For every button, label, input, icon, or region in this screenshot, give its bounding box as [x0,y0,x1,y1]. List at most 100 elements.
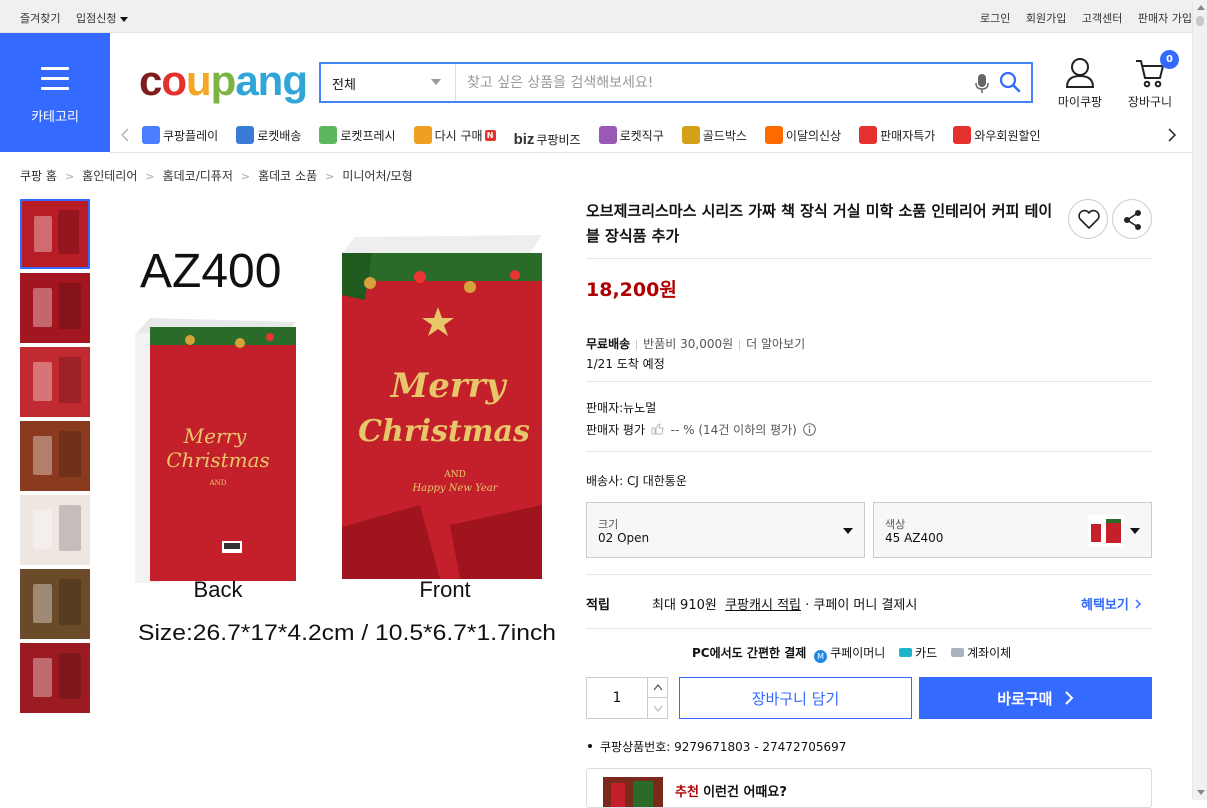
coupang-logo[interactable]: coupang [139,55,308,107]
quick-nav-item[interactable]: biz 쿠팡비즈 [514,123,581,153]
scroll-thumb[interactable] [1196,16,1204,26]
quick-nav-item[interactable]: 이달의신상 [764,118,842,152]
thumbnail-graphic [58,504,81,551]
breadcrumb-item[interactable]: 홈데코 소품 [258,169,317,183]
recommendation-thumbnail [603,777,663,807]
breadcrumb-item[interactable]: 미니어처/모형 [342,169,412,183]
bookmark-link[interactable]: 즐겨찾기 [20,12,60,25]
breadcrumb: 쿠팡 홈 > 홈인테리어 > 홈데코/디퓨저 > 홈데코 소품 > 미니어처/모형 [20,167,413,184]
buy-now-button[interactable]: 바로구매 [919,677,1152,719]
share-button[interactable] [1112,199,1152,239]
quantity-input[interactable] [587,678,647,718]
quick-nav-label: 와우회원할인 [974,128,1041,143]
svg-text:Merry: Merry [183,424,247,448]
search-icon[interactable] [998,70,1022,94]
breadcrumb-item[interactable]: 쿠팡 홈 [20,169,57,183]
search-input[interactable] [467,72,947,94]
quick-nav-item[interactable]: 와우회원할인 [953,118,1041,152]
signup-link[interactable]: 회원가입 [1026,12,1066,25]
category-label: 카테고리 [31,110,79,125]
svg-text:Merry: Merry [390,366,508,406]
category-menu-button[interactable]: 카테고리 [0,33,110,152]
microphone-icon[interactable] [974,73,990,95]
product-main-image[interactable]: AZ400 Merry Christmas AND Back Merry Chr… [120,205,570,665]
product-price: 18,200원 [586,279,677,301]
new-badge: N [484,129,496,141]
person-icon [1065,58,1095,88]
product-thumbnail[interactable] [20,569,90,639]
login-link[interactable]: 로그인 [980,12,1010,25]
quick-nav-item[interactable]: 쿠팡플레이 [142,118,218,152]
quick-nav-label: 판매자특가 [880,128,936,143]
thumbnail-graphic [58,652,81,699]
thumbnail-graphic [58,356,81,403]
learn-more-link[interactable]: 더 알아보기 [746,337,805,351]
cart-count-badge: 0 [1160,50,1179,69]
svg-text:Happy New Year: Happy New Year [411,483,498,494]
mycoupang-button[interactable]: 마이쿠팡 [1055,57,1105,110]
quick-nav-label: 이달의신상 [785,128,842,143]
thumbnail-graphic [58,430,81,477]
quick-nav-item[interactable]: 골드박스 [681,118,747,152]
product-thumbnail[interactable] [20,495,90,565]
breadcrumb-item[interactable]: 홈데코/디퓨저 [163,169,233,183]
heart-icon [1078,209,1100,229]
product-thumbnail[interactable] [20,199,90,269]
quick-nav-item[interactable]: 로켓프레시 [319,118,396,152]
rocket-icon [236,126,255,144]
rebuy-icon [413,126,432,144]
chevron-right-icon: > [240,170,251,183]
info-icon[interactable] [802,423,816,436]
chevron-down-icon [653,705,663,712]
svg-text:AND: AND [209,479,227,487]
quick-nav-item[interactable]: 다시 구매 N [413,118,496,152]
scroll-up-arrow[interactable] [1197,5,1205,10]
payment-methods: PC에서도 간편한 결제 M 쿠페이머니 카드 계좌이체 [692,646,1012,663]
thumbnail-graphic [33,215,53,252]
percent-icon [859,126,878,144]
thumbs-up-icon [651,423,664,435]
recommendation-box[interactable]: 추천 이런건 어때요? [586,768,1152,808]
quick-nav-item[interactable]: 로켓직구 [598,118,664,152]
size-option-value: 02 Open [598,531,650,545]
search-scope-value: 전체 [332,78,356,93]
vertical-scrollbar[interactable] [1192,0,1207,800]
thumbnail-list [20,199,90,717]
seller-rating: 판매자 평가 -- % (14건 이하의 평가) [586,421,816,438]
seller-apply-link[interactable]: 입점신청 [76,12,129,25]
chevron-down-icon [120,16,129,22]
coupang-cash-link[interactable]: 쿠팡캐시 적립 [725,598,801,613]
favorite-button[interactable] [1068,199,1108,239]
color-option-select[interactable]: 색상 45 AZ400 [873,502,1152,558]
quantity-stepper [586,677,668,719]
divider [586,451,1152,452]
quantity-increase-button[interactable] [647,678,668,698]
scroll-down-arrow[interactable] [1197,790,1205,795]
size-option-select[interactable]: 크기 02 Open [586,502,865,558]
play-icon [142,126,160,144]
product-number: 쿠팡상품번호: 9279671803 - 27472705697 [588,738,846,755]
thumbnail-graphic [32,510,53,549]
arrival-date: 1/21 도착 예정 [586,357,665,371]
benefit-link[interactable]: 혜택보기 [1081,594,1142,613]
front-book-graphic: Merry Christmas AND Happy New Year [342,235,542,579]
product-thumbnail[interactable] [20,421,90,491]
cart-button[interactable]: 장바구니 0 [1125,50,1179,110]
image-model-text: AZ400 [140,245,281,298]
product-thumbnail[interactable] [20,273,90,343]
product-thumbnail[interactable] [20,643,90,713]
chevron-left-icon[interactable] [120,128,130,142]
quantity-decrease-button[interactable] [647,698,668,718]
quick-nav-item[interactable]: 판매자특가 [859,118,935,152]
quick-nav-item[interactable]: 로켓배송 [236,118,301,152]
courier-info: 배송사: CJ 대한통운 [586,474,687,488]
product-thumbnail[interactable] [20,347,90,417]
search-category-select[interactable]: 전체 [321,64,456,101]
cart-label: 장바구니 [1127,95,1173,109]
customer-center-link[interactable]: 고객센터 [1082,12,1122,25]
add-to-cart-button[interactable]: 장바구니 담기 [679,677,912,719]
seller-signup-link[interactable]: 판매자 가입 [1138,12,1192,25]
front-label: Front [419,577,470,602]
chevron-right-icon[interactable] [1167,128,1177,142]
breadcrumb-item[interactable]: 홈인테리어 [82,169,137,183]
